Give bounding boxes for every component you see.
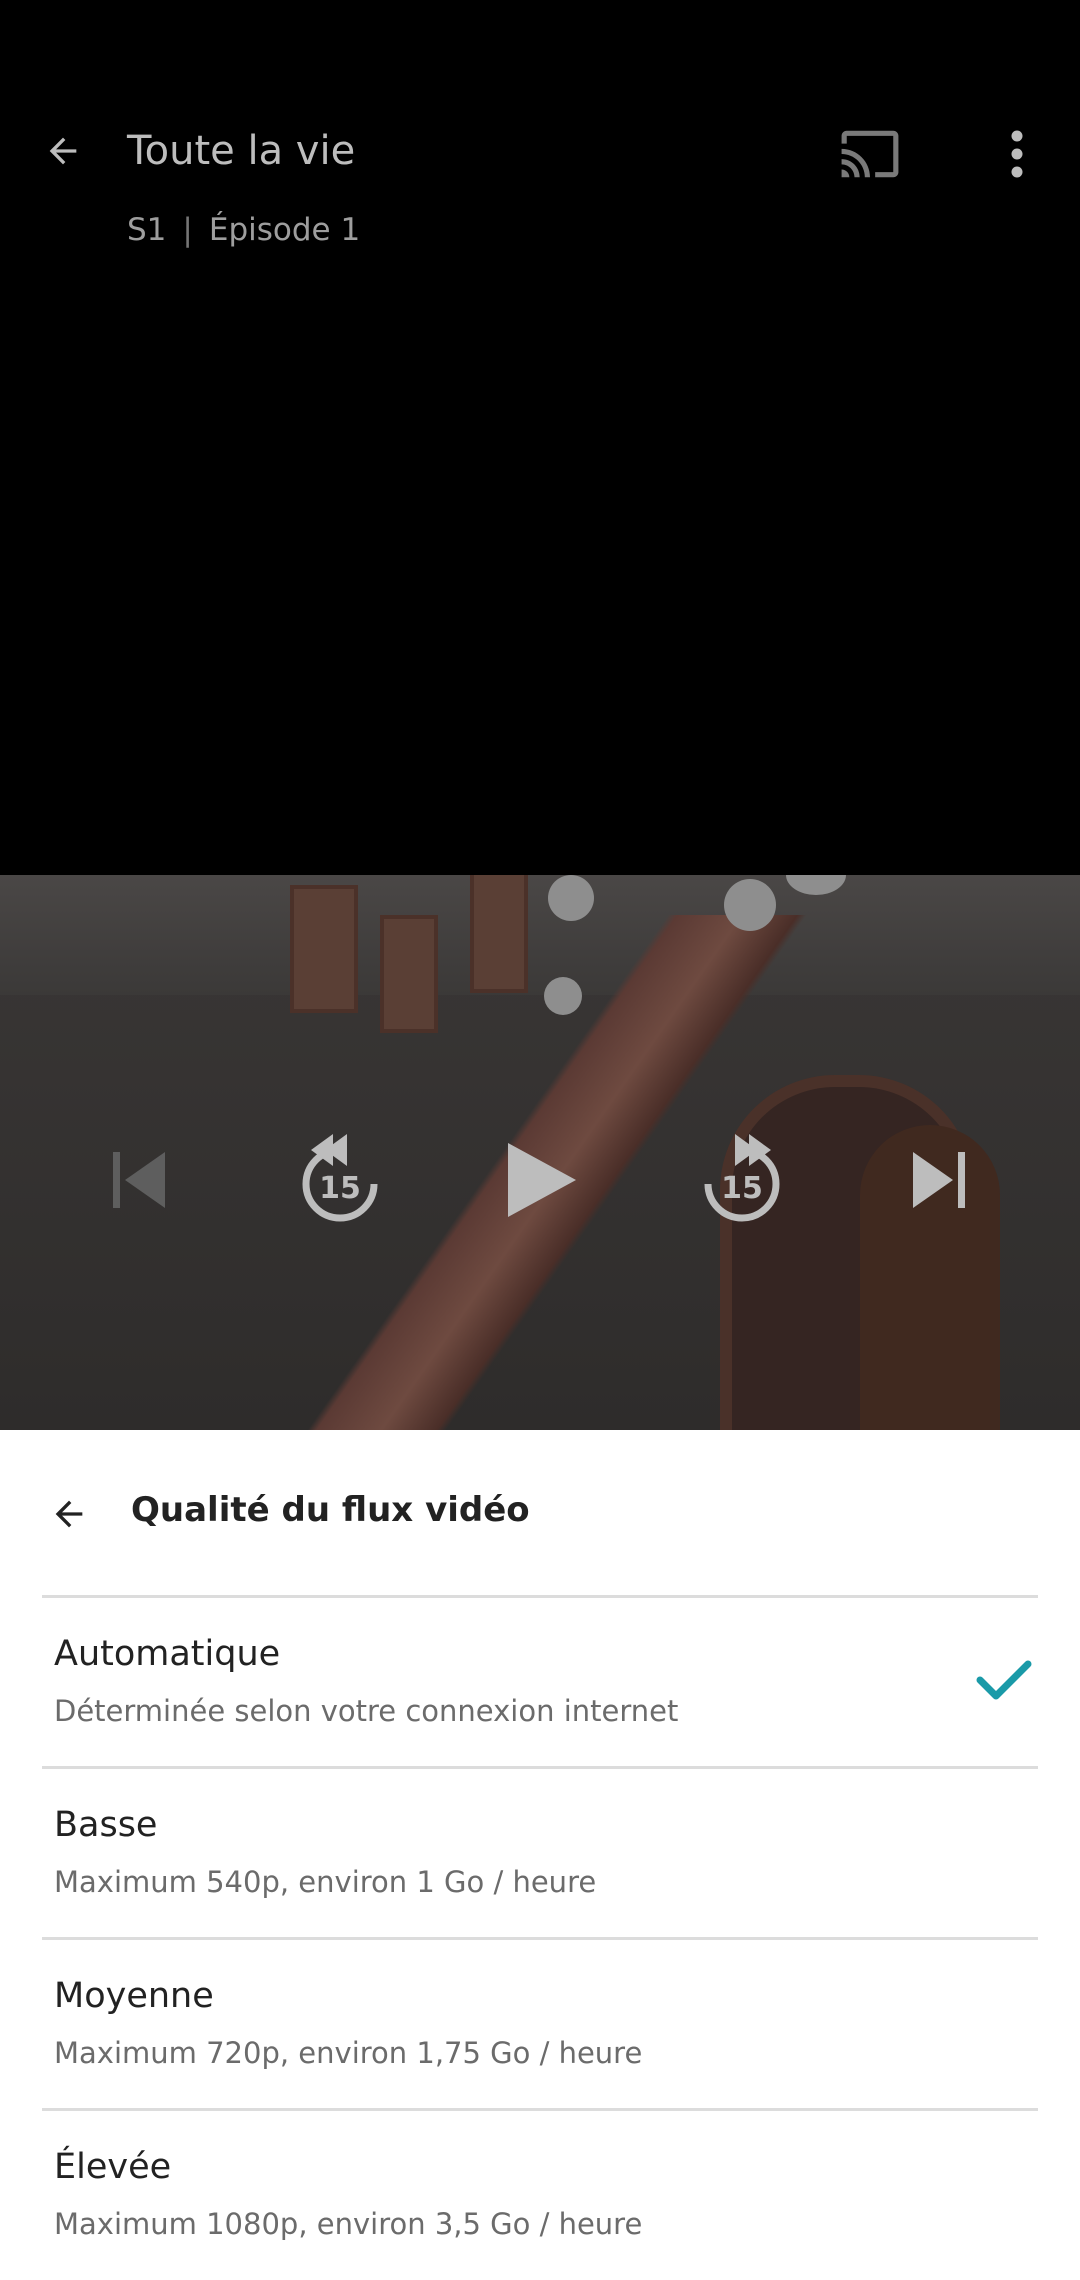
video-lamp [544, 977, 582, 1015]
option-description: Déterminée selon votre connexion interne… [54, 1694, 679, 1728]
back-button[interactable] [30, 118, 96, 184]
season-label: S1 [127, 212, 167, 248]
skip-next-button[interactable] [904, 1130, 974, 1230]
rewind-15-button[interactable]: 15 [290, 1130, 390, 1230]
option-label: Automatique [54, 1634, 281, 1674]
forward-15-label: 15 [721, 1171, 763, 1206]
play-button[interactable] [495, 1130, 585, 1230]
video-lamp [724, 879, 776, 931]
sheet-header: Qualité du flux vidéo [0, 1430, 1080, 1596]
quality-option-moyenne[interactable]: Moyenne Maximum 720p, environ 1,75 Go / … [0, 1940, 1080, 2108]
option-label: Basse [54, 1805, 158, 1845]
quality-option-automatique[interactable]: Automatique Déterminée selon votre conne… [0, 1598, 1080, 1766]
option-description: Maximum 1080p, environ 3,5 Go / heure [54, 2207, 643, 2241]
quality-bottom-sheet: Qualité du flux vidéo Automatique Déterm… [0, 1430, 1080, 2280]
forward-15-icon: 15 [704, 1134, 780, 1222]
skip-next-icon [913, 1152, 965, 1208]
checkmark-icon [976, 1660, 1032, 1700]
video-player-screen: Toute la vie S1 | Épisode 1 15 15 Qualit… [0, 0, 1080, 2280]
rewind-15-icon: 15 [302, 1134, 378, 1222]
option-description: Maximum 540p, environ 1 Go / heure [54, 1865, 597, 1899]
quality-option-elevee[interactable]: Élevée Maximum 1080p, environ 3,5 Go / h… [0, 2111, 1080, 2279]
more-options-button[interactable] [990, 118, 1044, 190]
video-lamp [548, 875, 594, 921]
sheet-title: Qualité du flux vidéo [131, 1490, 530, 1530]
subtitle-separator: | [182, 212, 193, 248]
option-label: Moyenne [54, 1976, 214, 2016]
quality-option-basse[interactable]: Basse Maximum 540p, environ 1 Go / heure [0, 1769, 1080, 1937]
play-icon [508, 1143, 576, 1217]
more-vertical-icon [1011, 130, 1023, 178]
show-title: Toute la vie [127, 128, 356, 174]
cast-icon [841, 130, 899, 178]
rewind-15-label: 15 [319, 1171, 361, 1206]
option-label: Élevée [54, 2147, 172, 2187]
player-header: Toute la vie S1 | Épisode 1 [0, 0, 1080, 300]
sheet-back-button[interactable] [36, 1486, 102, 1542]
skip-previous-button[interactable] [104, 1130, 174, 1230]
back-arrow-icon [49, 137, 77, 165]
episode-subtitle: S1 | Épisode 1 [127, 212, 360, 248]
episode-label: Épisode 1 [208, 212, 361, 248]
forward-15-button[interactable]: 15 [692, 1130, 792, 1230]
option-description: Maximum 720p, environ 1,75 Go / heure [54, 2036, 643, 2070]
back-arrow-icon [55, 1500, 83, 1528]
skip-previous-icon [113, 1152, 165, 1208]
cast-button[interactable] [834, 124, 906, 184]
player-controls: 15 15 [0, 1130, 1080, 1230]
